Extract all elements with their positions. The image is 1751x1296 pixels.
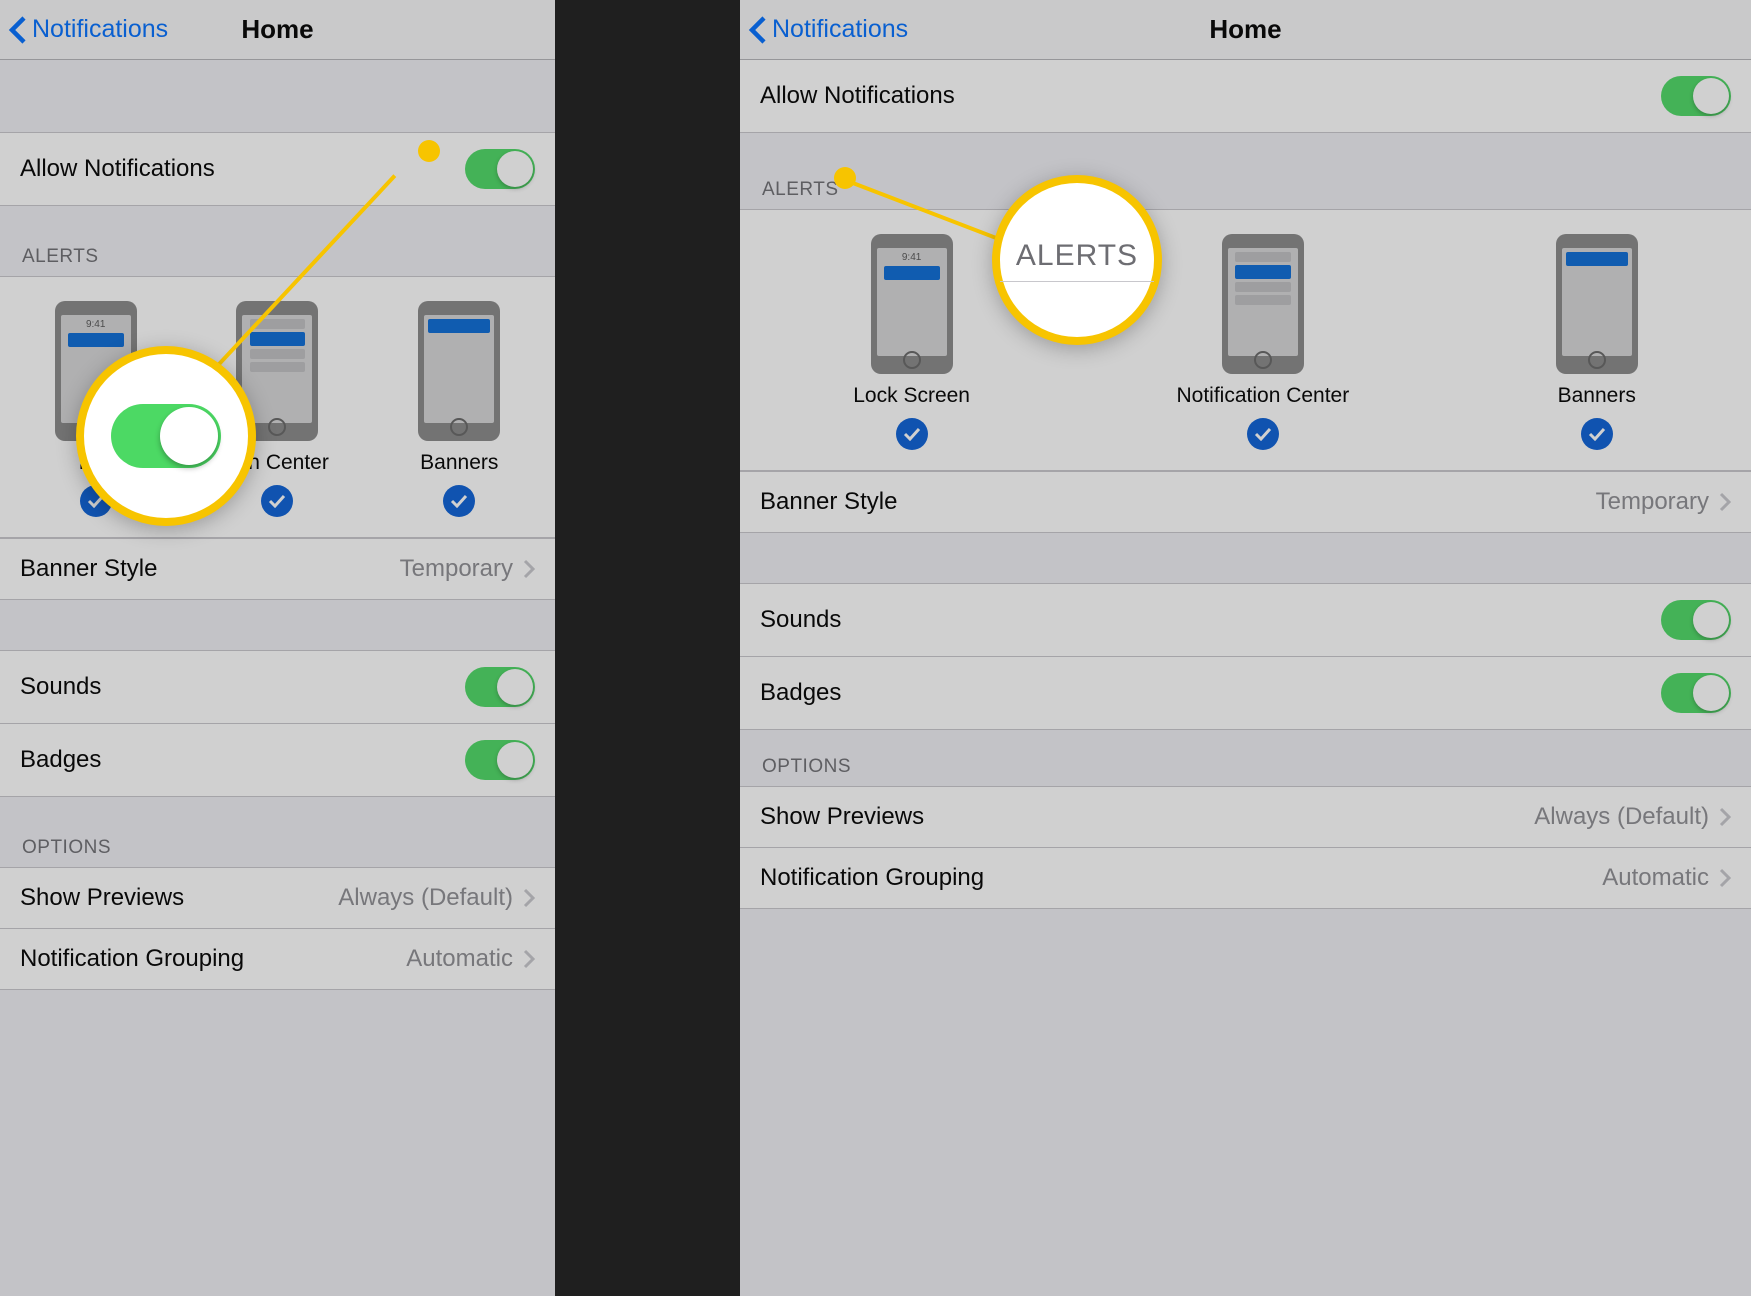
sounds-toggle[interactable]: [465, 667, 535, 707]
chevron-left-icon: [8, 15, 28, 45]
navbar: Notifications Home: [740, 0, 1751, 60]
alerts-header: ALERTS: [0, 206, 555, 276]
show-previews-label: Show Previews: [20, 884, 184, 912]
check-icon: [1247, 418, 1279, 450]
page-title: Home: [1209, 14, 1281, 45]
phone-lockscreen-icon: 9:41: [871, 234, 953, 374]
show-previews-value: Always (Default): [1534, 803, 1709, 831]
sounds-label: Sounds: [760, 606, 841, 634]
badges-row[interactable]: Badges: [0, 724, 555, 797]
chevron-right-icon: [1719, 492, 1731, 512]
alerts-row: 9:41 Lock Screen Notification Center: [740, 209, 1751, 471]
allow-notifications-row[interactable]: Allow Notifications: [740, 60, 1751, 133]
left-screenshot: Notifications Home Allow Notifications A…: [0, 0, 555, 1296]
back-button[interactable]: Notifications: [748, 15, 908, 45]
badges-toggle[interactable]: [465, 740, 535, 780]
banner-style-value: Temporary: [400, 555, 513, 583]
chevron-right-icon: [523, 949, 535, 969]
allow-notifications-row[interactable]: Allow Notifications: [0, 132, 555, 206]
grouping-value: Automatic: [406, 945, 513, 973]
chevron-right-icon: [1719, 868, 1731, 888]
notification-grouping-row[interactable]: Notification Grouping Automatic: [740, 848, 1751, 909]
banner-style-label: Banner Style: [20, 555, 157, 583]
alert-notification-center[interactable]: Notification Center: [1176, 234, 1349, 450]
alert-lockscreen[interactable]: 9:41 Loc: [55, 301, 137, 517]
sounds-row[interactable]: Sounds: [740, 583, 1751, 657]
check-icon: [261, 485, 293, 517]
alerts-row: 9:41 Loc tion Center: [0, 276, 555, 538]
notification-grouping-row[interactable]: Notification Grouping Automatic: [0, 929, 555, 990]
phone-lockscreen-icon: 9:41: [55, 301, 137, 441]
alerts-header: ALERTS: [740, 133, 1751, 209]
banner-style-row[interactable]: Banner Style Temporary: [740, 471, 1751, 533]
check-icon: [896, 418, 928, 450]
banner-style-row[interactable]: Banner Style Temporary: [0, 538, 555, 600]
page-title: Home: [241, 14, 313, 45]
check-icon: [1581, 418, 1613, 450]
allow-toggle[interactable]: [465, 149, 535, 189]
badges-label: Badges: [760, 679, 841, 707]
sounds-label: Sounds: [20, 673, 101, 701]
phone-banner-icon: [418, 301, 500, 441]
options-header: OPTIONS: [0, 797, 555, 867]
right-screenshot: Notifications Home Allow Notifications A…: [740, 0, 1751, 1296]
sounds-row[interactable]: Sounds: [0, 650, 555, 724]
show-previews-row[interactable]: Show Previews Always (Default): [0, 867, 555, 929]
options-header: OPTIONS: [740, 730, 1751, 786]
back-label: Notifications: [32, 15, 168, 44]
chevron-left-icon: [748, 15, 768, 45]
sounds-toggle[interactable]: [1661, 600, 1731, 640]
banner-style-label: Banner Style: [760, 488, 897, 516]
phone-banner-icon: [1556, 234, 1638, 374]
alert-banners[interactable]: Banners: [418, 301, 500, 517]
allow-label: Allow Notifications: [20, 155, 215, 183]
badges-row[interactable]: Badges: [740, 657, 1751, 730]
allow-toggle[interactable]: [1661, 76, 1731, 116]
chevron-right-icon: [523, 888, 535, 908]
phone-center-icon: [236, 301, 318, 441]
alert-banners[interactable]: Banners: [1556, 234, 1638, 450]
alert-lockscreen[interactable]: 9:41 Lock Screen: [853, 234, 970, 450]
show-previews-label: Show Previews: [760, 803, 924, 831]
grouping-label: Notification Grouping: [760, 864, 984, 892]
check-icon: [80, 485, 112, 517]
allow-label: Allow Notifications: [760, 82, 955, 110]
badges-label: Badges: [20, 746, 101, 774]
back-label: Notifications: [772, 15, 908, 44]
phone-center-icon: [1222, 234, 1304, 374]
navbar: Notifications Home: [0, 0, 555, 60]
chevron-right-icon: [523, 559, 535, 579]
alert-notification-center[interactable]: tion Center: [226, 301, 329, 517]
badges-toggle[interactable]: [1661, 673, 1731, 713]
show-previews-row[interactable]: Show Previews Always (Default): [740, 786, 1751, 848]
check-icon: [443, 485, 475, 517]
show-previews-value: Always (Default): [338, 884, 513, 912]
back-button[interactable]: Notifications: [8, 15, 168, 45]
grouping-value: Automatic: [1602, 864, 1709, 892]
grouping-label: Notification Grouping: [20, 945, 244, 973]
banner-style-value: Temporary: [1596, 488, 1709, 516]
chevron-right-icon: [1719, 807, 1731, 827]
